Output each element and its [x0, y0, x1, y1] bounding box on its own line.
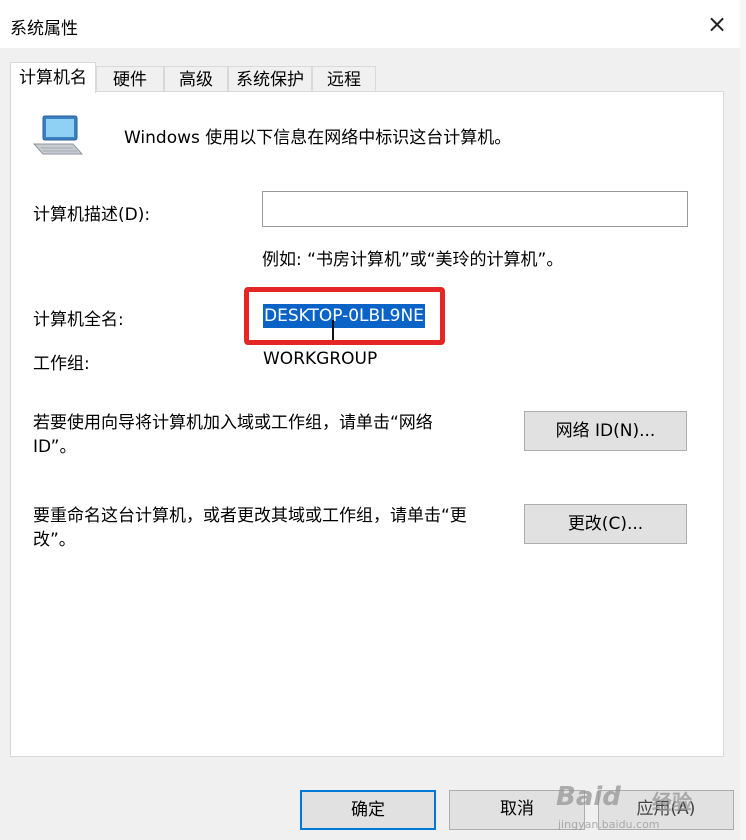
change-button[interactable]: 更改(C)...: [524, 504, 687, 544]
workgroup-value: WORKGROUP: [263, 349, 378, 369]
description-label: 计算机描述(D):: [33, 205, 151, 225]
ok-button[interactable]: 确定: [300, 790, 436, 830]
tab-hardware[interactable]: 硬件: [96, 66, 164, 92]
tab-remote[interactable]: 远程: [312, 66, 376, 92]
watermark-url: jingyan.baidu.com: [558, 818, 660, 831]
full-name-label: 计算机全名:: [33, 310, 124, 330]
title-bar[interactable]: 系统属性 ×: [0, 0, 740, 48]
watermark-sub: 经验: [652, 790, 692, 814]
full-name-value[interactable]: DESKTOP-0LBL9NE: [263, 304, 425, 328]
workgroup-label: 工作组:: [33, 354, 90, 374]
network-id-text: 若要使用向导将计算机加入域或工作组，请单击“网络 ID”。: [33, 413, 433, 457]
network-id-button[interactable]: 网络 ID(N)...: [524, 411, 687, 451]
window-title: 系统属性: [10, 19, 78, 39]
system-properties-dialog: 系统属性 × 计算机名 硬件 高级 系统保护 远程 Windows 使用以下信息…: [0, 0, 741, 840]
computer-icon: [33, 115, 83, 155]
dialog-body: 计算机名 硬件 高级 系统保护 远程 Windows 使用以下信息在网络中标识这…: [0, 48, 740, 840]
tab-system-protection[interactable]: 系统保护: [228, 66, 312, 92]
tab-advanced[interactable]: 高级: [164, 66, 228, 92]
intro-text: Windows 使用以下信息在网络中标识这台计算机。: [124, 128, 512, 148]
description-example: 例如: “书房计算机”或“美玲的计算机”。: [262, 250, 564, 270]
computer-name-panel: Windows 使用以下信息在网络中标识这台计算机。 计算机描述(D): 例如:…: [10, 91, 724, 757]
baidu-watermark: Baid 经验 jingyan.baidu.com: [552, 780, 742, 836]
close-icon[interactable]: ×: [694, 4, 740, 44]
tab-computer-name[interactable]: 计算机名: [10, 62, 96, 93]
rename-text: 要重命名这台计算机，或者更改其域或工作组，请单击“更改”。: [33, 506, 467, 550]
computer-description-input[interactable]: [262, 191, 688, 227]
background-window-edge: [740, 0, 746, 840]
watermark-logo: Baid: [556, 782, 621, 812]
text-cursor-icon: [332, 320, 334, 340]
